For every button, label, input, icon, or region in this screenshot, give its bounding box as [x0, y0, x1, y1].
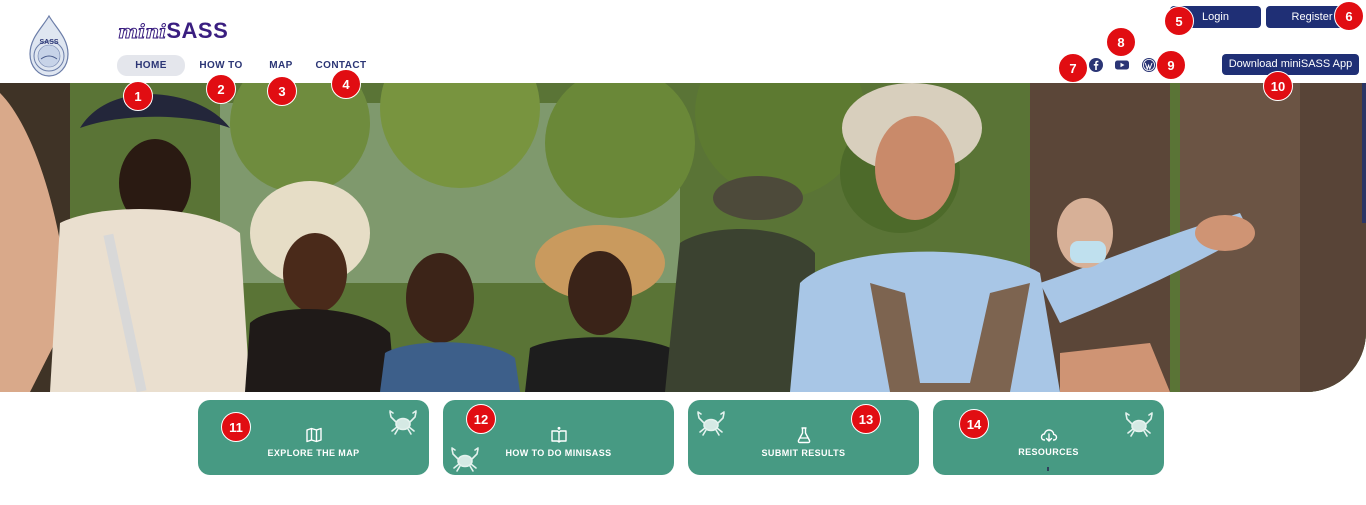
cloud-download-icon	[1040, 426, 1058, 444]
hero-edge	[1362, 83, 1366, 223]
marker-10: 10	[1263, 71, 1293, 101]
brand-name: SASS	[166, 18, 229, 43]
card-label: EXPLORE THE MAP	[267, 448, 360, 458]
map-icon	[305, 426, 323, 444]
card-label: SUBMIT RESULTS	[761, 448, 846, 458]
crab-icon	[449, 442, 481, 474]
marker-8: 8	[1106, 27, 1136, 57]
divider-mark	[1047, 467, 1049, 471]
crab-icon	[1123, 407, 1155, 439]
minisass-logo[interactable]: SASS	[24, 14, 74, 78]
marker-2: 2	[206, 74, 236, 104]
marker-14: 14	[959, 409, 989, 439]
logo-text: SASS	[39, 39, 58, 46]
facebook-icon[interactable]	[1088, 57, 1104, 73]
marker-4: 4	[331, 69, 361, 99]
brand-prefix: mini	[117, 21, 167, 44]
marker-12: 12	[466, 404, 496, 434]
brand-title[interactable]: miniSASS	[117, 18, 229, 44]
card-label: RESOURCES	[1018, 447, 1079, 457]
wordpress-icon[interactable]	[1141, 57, 1157, 73]
flask-icon	[795, 426, 813, 444]
crab-icon	[387, 405, 419, 437]
marker-6: 6	[1334, 1, 1364, 31]
marker-3: 3	[267, 76, 297, 106]
submit-results-card[interactable]: SUBMIT RESULTS	[688, 400, 919, 475]
marker-13: 13	[851, 404, 881, 434]
nav-map[interactable]: MAP	[268, 55, 294, 76]
hero-image	[0, 83, 1366, 392]
youtube-icon[interactable]	[1114, 57, 1130, 73]
marker-5: 5	[1164, 6, 1194, 36]
marker-9: 9	[1156, 50, 1186, 80]
marker-1: 1	[123, 81, 153, 111]
page: SASS miniSASS HOME HOW TO MAP CONTACT US…	[0, 0, 1366, 505]
marker-11: 11	[221, 412, 251, 442]
nav-how-to[interactable]: HOW TO	[199, 55, 243, 76]
book-icon	[550, 426, 568, 444]
marker-7: 7	[1058, 53, 1088, 83]
nav-home[interactable]: HOME	[117, 55, 185, 76]
download-app-button[interactable]: Download miniSASS App	[1222, 54, 1359, 75]
crab-icon	[695, 406, 727, 438]
